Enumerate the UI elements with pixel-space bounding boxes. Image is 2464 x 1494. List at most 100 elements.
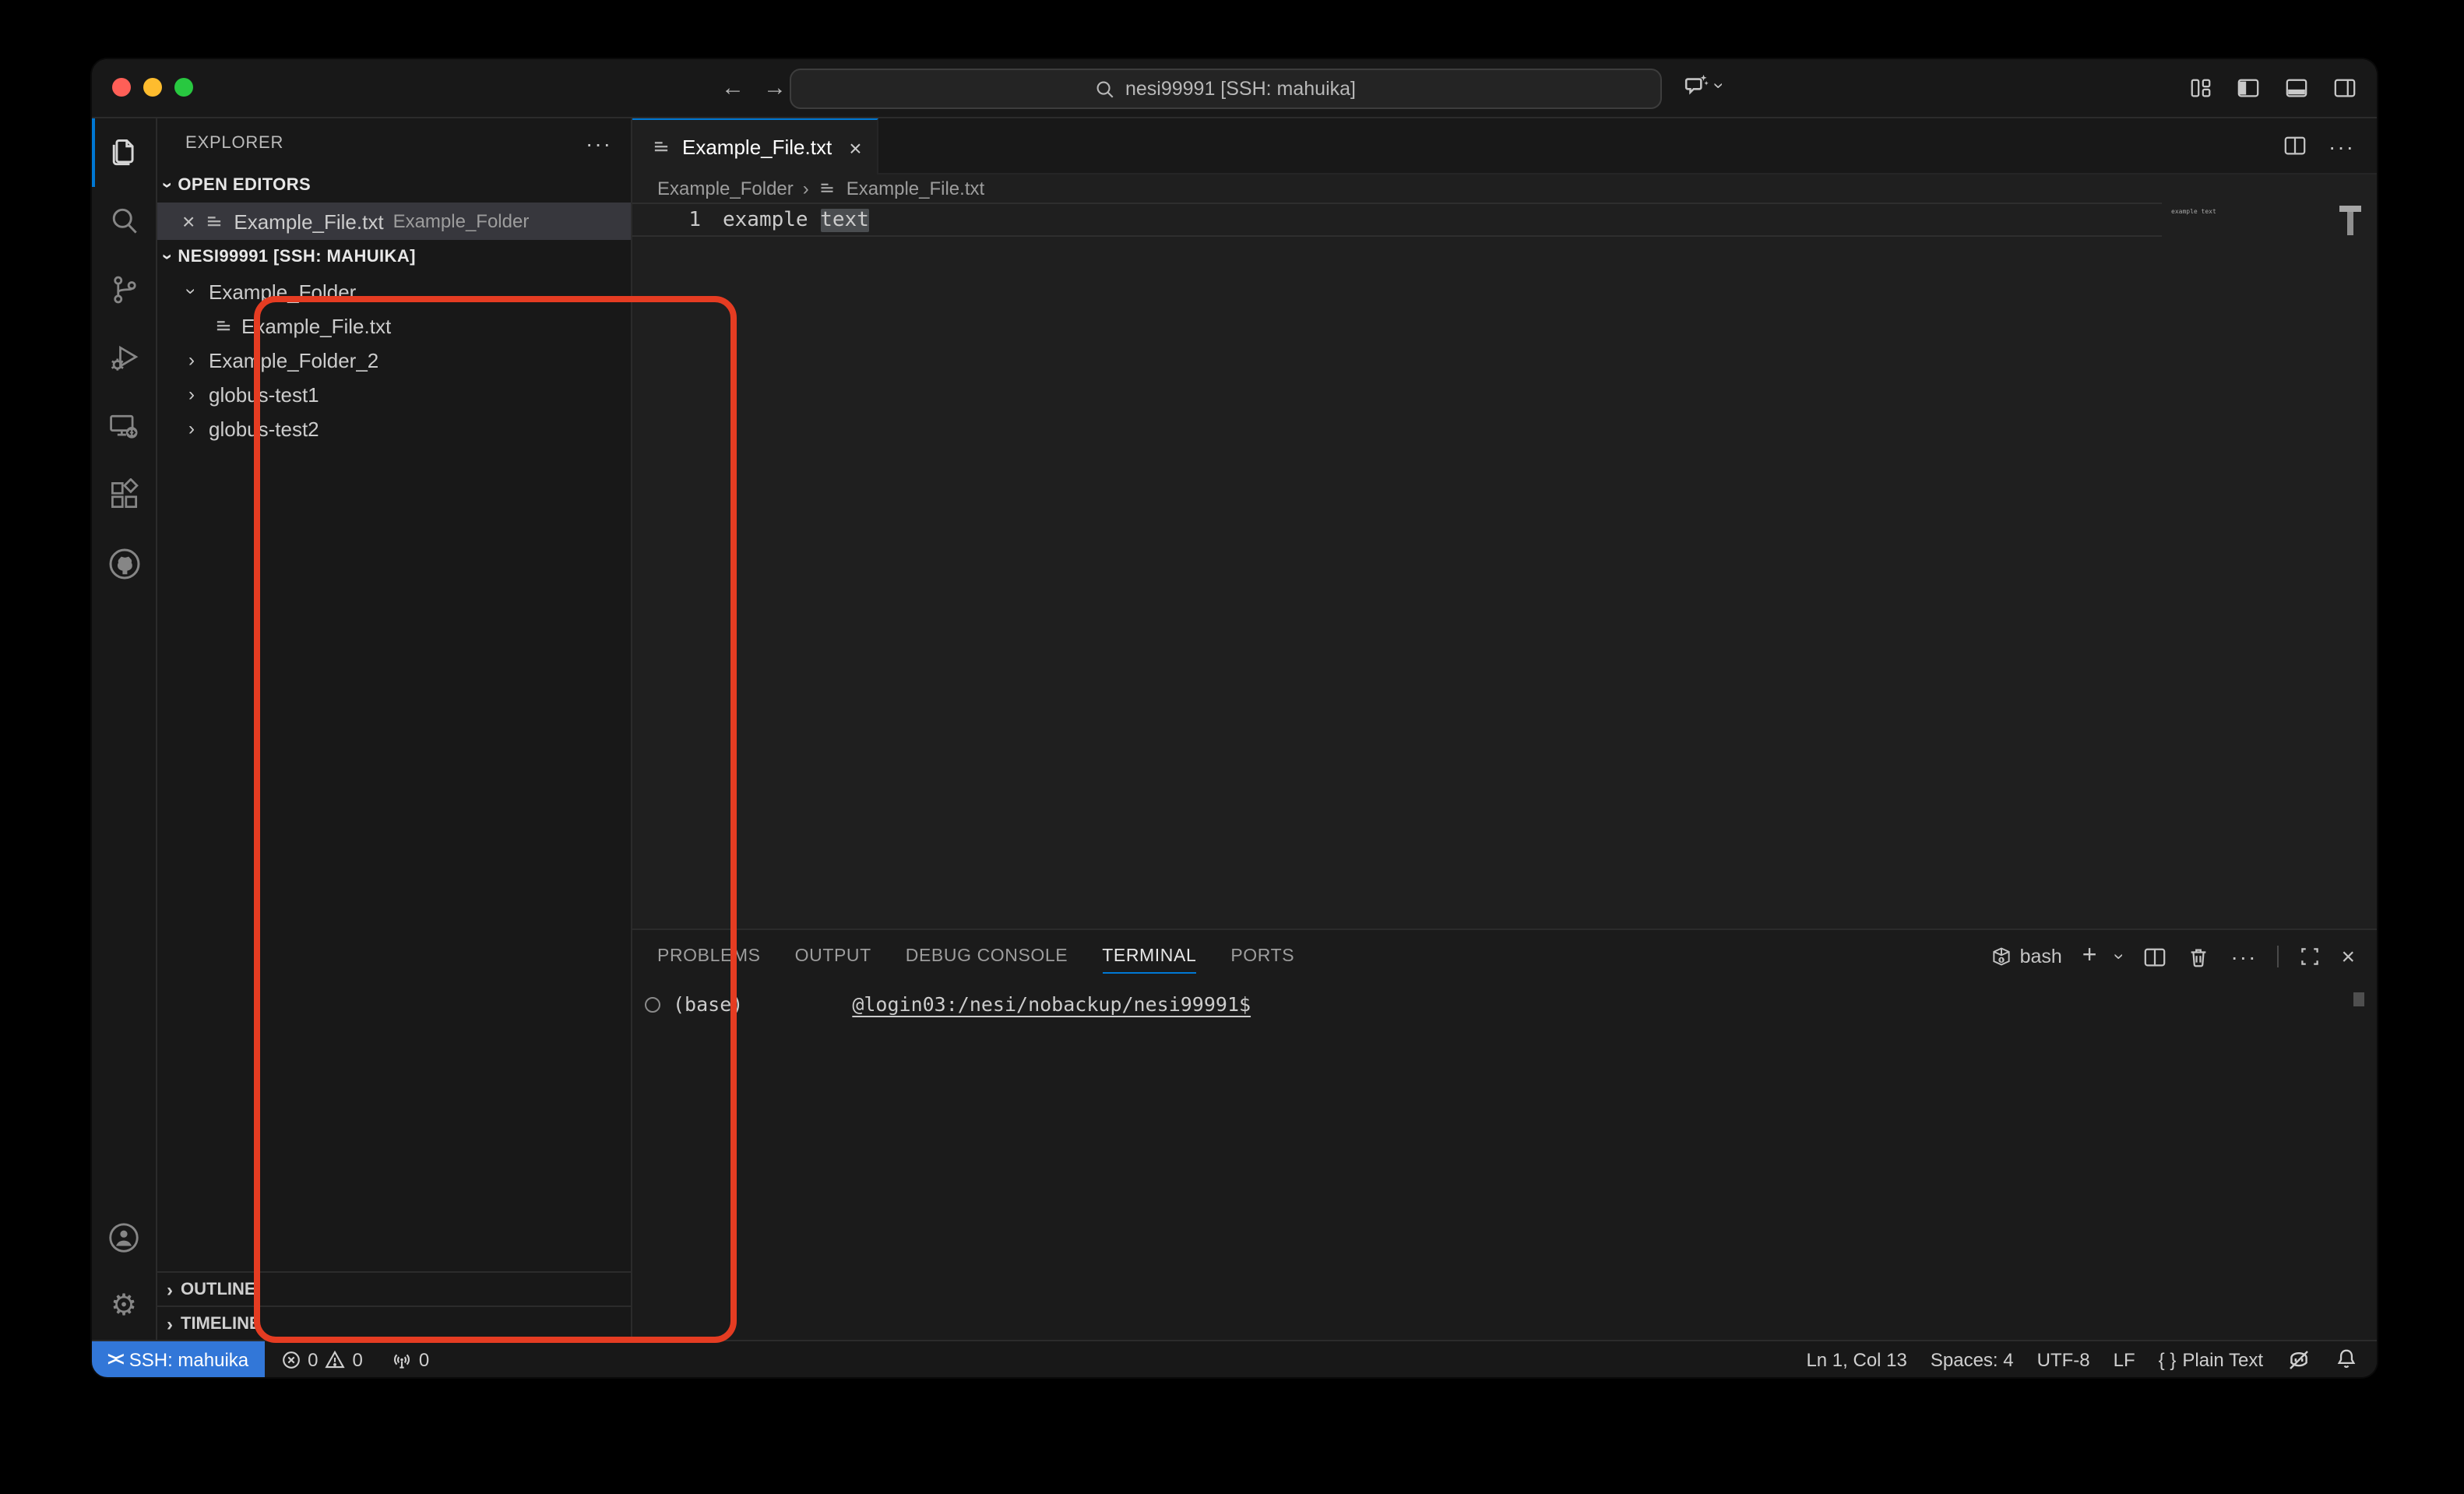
- error-count: 0: [308, 1348, 318, 1370]
- overview-ruler[interactable]: [2336, 203, 2377, 928]
- close-tab-icon[interactable]: ×: [849, 135, 861, 160]
- file-icon: [213, 315, 234, 336]
- command-center[interactable]: nesi99991 [SSH: mahuika]: [790, 69, 1662, 109]
- cursor-position-status[interactable]: Ln 1, Col 13: [1806, 1348, 1906, 1370]
- activity-search-button[interactable]: [92, 187, 156, 255]
- workspace-section-header[interactable]: › NESI99991 [SSH: MAHUIKA]: [157, 240, 631, 274]
- bell-icon[interactable]: [2335, 1348, 2358, 1371]
- history-forward-button[interactable]: →: [763, 75, 787, 101]
- activity-account-button[interactable]: [92, 1203, 156, 1271]
- minimize-window-button[interactable]: [143, 78, 162, 97]
- editor-group: Example_File.txt × ··· Example_Folder: [632, 118, 2377, 1340]
- extensions-icon: [107, 478, 141, 513]
- tab-output[interactable]: OUTPUT: [795, 933, 871, 980]
- activity-explorer-button[interactable]: [92, 118, 156, 187]
- chevron-down-icon[interactable]: ›: [1710, 82, 1729, 88]
- close-editor-icon[interactable]: ×: [182, 209, 195, 234]
- terminal-more-actions-icon[interactable]: ···: [2230, 944, 2257, 969]
- desktop: ← → nesi99991 [SSH: mahuika]: [0, 0, 2464, 1494]
- tab-example-file[interactable]: Example_File.txt ×: [632, 118, 879, 174]
- tree-item-folder[interactable]: › globus-test1: [157, 377, 631, 411]
- chevron-down-icon: ›: [182, 282, 201, 301]
- terminal-shell-chip[interactable]: bash: [1991, 946, 2062, 967]
- activity-settings-button[interactable]: ⚙: [92, 1271, 156, 1340]
- split-editor-icon[interactable]: [2283, 134, 2307, 157]
- timeline-section-header[interactable]: › TIMELINE: [157, 1305, 631, 1340]
- chevron-right-icon: ›: [182, 351, 201, 369]
- encoding-status[interactable]: UTF-8: [2037, 1348, 2090, 1370]
- shell-integration-decoration-icon[interactable]: [645, 996, 660, 1012]
- split-terminal-icon[interactable]: [2143, 945, 2167, 968]
- tab-label: Example_File.txt: [682, 136, 832, 159]
- remote-indicator[interactable]: >< SSH: mahuika: [92, 1341, 264, 1377]
- activity-extensions-button[interactable]: [92, 461, 156, 530]
- breadcrumb-file[interactable]: Example_File.txt: [847, 178, 984, 199]
- error-icon: [280, 1348, 301, 1370]
- files-icon: [107, 136, 141, 170]
- chevron-right-icon: ›: [803, 179, 809, 198]
- history-back-button[interactable]: ←: [721, 75, 744, 101]
- workspace-label: NESI99991 [SSH: MAHUIKA]: [178, 248, 415, 266]
- status-bar: >< SSH: mahuika 0 0: [92, 1340, 2377, 1377]
- tab-ports[interactable]: PORTS: [1230, 933, 1294, 980]
- tree-item-folder[interactable]: › Example_Folder: [157, 274, 631, 308]
- ports-count: 0: [419, 1348, 429, 1370]
- language-mode-status[interactable]: { } Plain Text: [2159, 1348, 2263, 1370]
- activity-remote-explorer-button[interactable]: [92, 393, 156, 461]
- problems-status[interactable]: 0 0: [280, 1348, 363, 1370]
- zoom-window-button[interactable]: [174, 78, 193, 97]
- terminal-dropdown-chevron-icon[interactable]: ›: [2110, 953, 2129, 960]
- toggle-panel-icon[interactable]: [2283, 76, 2310, 100]
- open-editors-section-header[interactable]: › OPEN EDITORS: [157, 168, 631, 203]
- tab-terminal[interactable]: TERMINAL: [1102, 933, 1196, 980]
- tree-item-file[interactable]: Example_File.txt: [157, 308, 631, 343]
- editor-more-actions-icon[interactable]: ···: [2328, 133, 2355, 158]
- panel-scrollbar[interactable]: [2353, 992, 2364, 1006]
- minimap[interactable]: example text: [2162, 203, 2336, 928]
- activity-source-control-button[interactable]: [92, 255, 156, 324]
- maximize-panel-icon[interactable]: [2299, 946, 2321, 967]
- customize-layout-icon[interactable]: [2188, 76, 2213, 100]
- vscode-window: ← → nesi99991 [SSH: mahuika]: [92, 59, 2377, 1377]
- outline-label: OUTLINE: [181, 1280, 256, 1298]
- explorer-more-actions-icon[interactable]: ···: [586, 131, 612, 156]
- open-editor-filename: Example_File.txt: [234, 210, 383, 233]
- copilot-chat-icon[interactable]: [1684, 72, 1710, 98]
- eol-status[interactable]: LF: [2114, 1348, 2135, 1370]
- toggle-primary-sidebar-icon[interactable]: [2235, 76, 2262, 100]
- warning-count: 0: [353, 1348, 363, 1370]
- file-icon: [818, 179, 837, 198]
- chevron-down-icon: ›: [159, 182, 178, 189]
- tree-item-folder[interactable]: › globus-test2: [157, 411, 631, 446]
- open-editor-folder: Example_Folder: [393, 210, 530, 232]
- close-window-button[interactable]: [112, 78, 131, 97]
- kill-terminal-trash-icon[interactable]: [2187, 945, 2210, 968]
- activity-bar: ⚙: [92, 118, 157, 1340]
- indentation-status[interactable]: Spaces: 4: [1931, 1348, 2014, 1370]
- tree-item-label: Example_File.txt: [241, 314, 391, 337]
- overview-cursor-mark: [2339, 206, 2361, 212]
- file-icon: [204, 211, 224, 231]
- editor-content[interactable]: 1 example text example text: [632, 203, 2377, 928]
- tab-problems[interactable]: PROBLEMS: [657, 933, 761, 980]
- remote-explorer-icon: [107, 410, 141, 444]
- activity-run-debug-button[interactable]: [92, 324, 156, 393]
- tree-item-label: globus-test1: [209, 382, 319, 406]
- outline-section-header[interactable]: › OUTLINE: [157, 1271, 631, 1305]
- ports-status[interactable]: 0: [391, 1348, 429, 1370]
- close-panel-icon[interactable]: ×: [2341, 943, 2355, 970]
- breadcrumb: Example_Folder › Example_File.txt: [632, 174, 2377, 203]
- terminal-content[interactable]: (base) @login03:/nesi/nobackup/nesi99991…: [632, 983, 2377, 1340]
- toggle-secondary-sidebar-icon[interactable]: [2332, 76, 2358, 100]
- remote-label: SSH: mahuika: [129, 1348, 248, 1370]
- new-terminal-plus-icon[interactable]: +: [2082, 943, 2097, 971]
- open-editor-item[interactable]: × Example_File.txt Example_Folder: [157, 203, 631, 240]
- breadcrumb-folder[interactable]: Example_Folder: [657, 178, 794, 199]
- copilot-disabled-icon[interactable]: [2286, 1347, 2311, 1372]
- activity-github-button[interactable]: [92, 530, 156, 598]
- tab-bar: Example_File.txt × ···: [632, 118, 2377, 174]
- tab-debug-console[interactable]: DEBUG CONSOLE: [906, 933, 1068, 980]
- tree-item-folder[interactable]: › Example_Folder_2: [157, 343, 631, 377]
- bottom-panel: PROBLEMS OUTPUT DEBUG CONSOLE TERMINAL P…: [632, 928, 2377, 1340]
- tree-item-label: Example_Folder_2: [209, 348, 378, 372]
